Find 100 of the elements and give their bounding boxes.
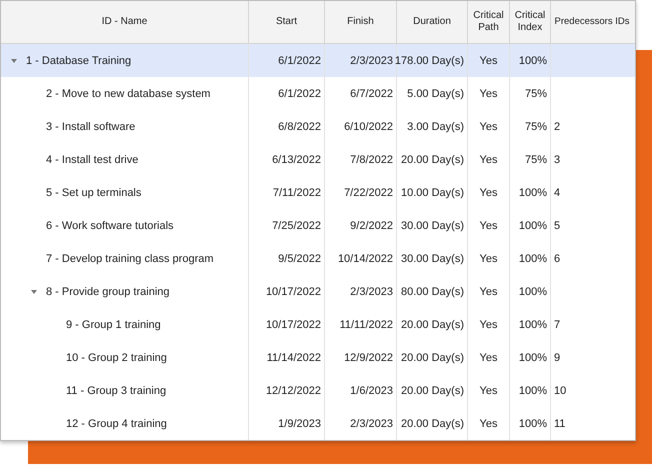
finish-date: 10/14/2022 xyxy=(338,252,393,264)
task-name: 4 - Install test drive xyxy=(46,154,138,166)
caret-icon[interactable] xyxy=(30,288,38,296)
critical-path: Yes xyxy=(480,120,498,132)
column-header[interactable]: ID - Name xyxy=(1,1,249,43)
duration: 20.00 Day(s) xyxy=(401,384,464,396)
start-date: 6/1/2022 xyxy=(278,88,321,100)
critical-index: 100% xyxy=(518,352,547,364)
duration: 10.00 Day(s) xyxy=(401,186,464,198)
column-header[interactable]: Critical Index xyxy=(510,1,551,43)
column-header[interactable]: Predecessors IDs xyxy=(551,1,633,43)
finish-date: 6/10/2022 xyxy=(344,120,393,132)
column-header[interactable]: Finish xyxy=(325,1,397,43)
task-name: 5 - Set up terminals xyxy=(46,186,142,198)
caret-icon[interactable] xyxy=(10,56,18,64)
finish-date: 6/7/2022 xyxy=(350,88,393,100)
critical-path: Yes xyxy=(480,352,498,364)
task-name: 8 - Provide group training xyxy=(46,286,170,298)
critical-index: 100% xyxy=(518,384,547,396)
predecessor-ids: 5 xyxy=(554,220,560,232)
critical-path: Yes xyxy=(480,384,498,396)
table-row[interactable]: 2 - Move to new database system 6/1/2022 6/7/2022 5.00 Day(s) Yes 75% xyxy=(1,77,635,110)
duration: 20.00 Day(s) xyxy=(401,154,464,166)
critical-path: Yes xyxy=(480,186,498,198)
critical-path: Yes xyxy=(480,88,498,100)
duration: 80.00 Day(s) xyxy=(401,286,464,298)
duration: 20.00 Day(s) xyxy=(401,352,464,364)
critical-path: Yes xyxy=(480,318,498,330)
predecessor-ids: 2 xyxy=(554,120,560,132)
column-header[interactable]: Critical Path xyxy=(468,1,510,43)
start-date: 1/9/2023 xyxy=(278,418,321,430)
critical-index: 75% xyxy=(524,88,547,100)
task-name: 3 - Install software xyxy=(46,120,136,132)
finish-date: 7/8/2022 xyxy=(350,154,393,166)
duration: 30.00 Day(s) xyxy=(401,252,464,264)
start-date: 11/14/2022 xyxy=(266,352,321,364)
critical-path: Yes xyxy=(480,220,498,232)
predecessor-ids: 7 xyxy=(554,318,560,330)
start-date: 7/11/2022 xyxy=(272,186,321,198)
table-row[interactable]: 9 - Group 1 training 10/17/2022 11/11/2022 20.00 Day(s) Yes 100% 7 xyxy=(1,308,635,341)
finish-date: 12/9/2022 xyxy=(344,352,393,364)
table-row[interactable]: 10 - Group 2 training 11/14/2022 12/9/2022 20.00 Day(s) Yes 100% 9 xyxy=(1,341,635,374)
task-name: 11 - Group 3 training xyxy=(66,384,166,396)
task-name: 7 - Develop training class program xyxy=(46,252,214,264)
duration: 3.00 Day(s) xyxy=(407,120,464,132)
critical-index: 100% xyxy=(518,186,547,198)
start-date: 6/1/2022 xyxy=(278,54,321,66)
critical-index: 100% xyxy=(518,220,547,232)
predecessor-ids: 10 xyxy=(554,384,566,396)
start-date: 12/12/2022 xyxy=(266,384,321,396)
critical-path: Yes xyxy=(480,154,498,166)
predecessor-ids: 11 xyxy=(554,418,566,430)
table-row[interactable]: 6 - Work software tutorials 7/25/2022 9/2/2022 30.00 Day(s) Yes 100% 5 xyxy=(1,209,635,242)
task-name: 12 - Group 4 training xyxy=(66,418,167,430)
task-name: 6 - Work software tutorials xyxy=(46,220,174,232)
start-date: 9/5/2022 xyxy=(278,252,321,264)
finish-date: 2/3/2023 xyxy=(350,418,393,430)
table-row[interactable]: 4 - Install test drive 6/13/2022 7/8/2022 20.00 Day(s) Yes 75% 3 xyxy=(1,143,635,176)
predecessor-ids: 9 xyxy=(554,352,560,364)
start-date: 10/17/2022 xyxy=(266,318,321,330)
finish-date: 1/6/2023 xyxy=(350,384,393,396)
column-header[interactable]: Duration xyxy=(397,1,468,43)
table-row[interactable]: 5 - Set up terminals 7/11/2022 7/22/2022 10.00 Day(s) Yes 100% 4 xyxy=(1,176,635,209)
predecessor-ids: 4 xyxy=(554,186,560,198)
start-date: 6/8/2022 xyxy=(278,120,321,132)
finish-date: 2/3/2023 xyxy=(350,286,393,298)
task-name: 10 - Group 2 training xyxy=(66,352,167,364)
critical-path: Yes xyxy=(480,418,498,430)
duration: 30.00 Day(s) xyxy=(401,220,464,232)
task-name: 9 - Group 1 training xyxy=(66,318,161,330)
table-row[interactable]: 8 - Provide group training 10/17/2022 2/3/2023 80.00 Day(s) Yes 100% xyxy=(1,275,635,308)
start-date: 6/13/2022 xyxy=(272,154,321,166)
table-row[interactable]: 7 - Develop training class program 9/5/2022 10/14/2022 30.00 Day(s) Yes 100% 6 xyxy=(1,242,635,275)
critical-path: Yes xyxy=(480,252,498,264)
table-row[interactable]: 3 - Install software 6/8/2022 6/10/2022 3.00 Day(s) Yes 75% 2 xyxy=(1,110,635,143)
start-date: 10/17/2022 xyxy=(266,286,321,298)
critical-index: 100% xyxy=(518,286,547,298)
finish-date: 7/22/2022 xyxy=(344,186,393,198)
critical-path: Yes xyxy=(480,286,498,298)
table-row[interactable]: 1 - Database Training 6/1/2022 2/3/2023 178.00 Day(s) Yes 100% xyxy=(1,44,635,77)
start-date: 7/25/2022 xyxy=(272,220,321,232)
critical-index: 75% xyxy=(524,120,547,132)
duration: 20.00 Day(s) xyxy=(401,418,464,430)
table-row[interactable]: 12 - Group 4 training 1/9/2023 2/3/2023 20.00 Day(s) Yes 100% 11 xyxy=(1,407,635,440)
finish-date: 11/11/2022 xyxy=(340,318,393,330)
finish-date: 9/2/2022 xyxy=(350,220,393,232)
duration: 178.00 Day(s) xyxy=(394,54,464,66)
critical-index: 100% xyxy=(518,54,547,66)
critical-index: 100% xyxy=(518,318,547,330)
finish-date: 2/3/2023 xyxy=(350,54,393,66)
duration: 20.00 Day(s) xyxy=(401,318,464,330)
critical-index: 100% xyxy=(518,252,547,264)
critical-index: 75% xyxy=(524,154,547,166)
column-header[interactable]: Start xyxy=(249,1,325,43)
critical-index: 100% xyxy=(518,418,547,430)
predecessor-ids: 3 xyxy=(554,154,560,166)
task-name: 2 - Move to new database system xyxy=(46,88,210,100)
task-name: 1 - Database Training xyxy=(26,54,132,66)
table-row[interactable]: 11 - Group 3 training 12/12/2022 1/6/2023 20.00 Day(s) Yes 100% 10 xyxy=(1,374,635,407)
duration: 5.00 Day(s) xyxy=(407,88,464,100)
